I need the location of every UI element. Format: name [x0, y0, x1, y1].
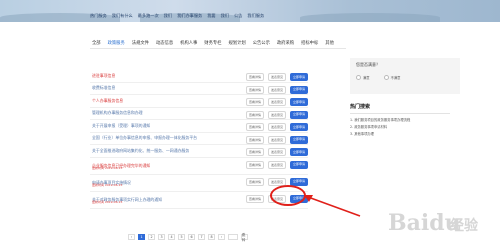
list-item: 收费标准信息 查看详情 发表意见 立即申请: [90, 83, 308, 95]
apply-button[interactable]: 立即申请: [289, 98, 308, 106]
goto-button[interactable]: 跳转: [241, 233, 248, 242]
view-button[interactable]: 查看详情: [245, 177, 264, 186]
page-number-button[interactable]: 8: [208, 234, 215, 240]
view-button[interactable]: 查看详情: [245, 73, 264, 81]
list-item-title[interactable]: 关于开展申报（受理）事项的通知: [90, 123, 150, 129]
hot-item[interactable]: 1. 我们服务项目的政务服务事项办理流程: [350, 117, 460, 124]
page-number-button[interactable]: 1: [138, 234, 145, 240]
apply-button[interactable]: 立即申请: [289, 148, 308, 156]
opinion-button[interactable]: 发表意见: [267, 98, 286, 106]
list-item: 申请办事项目实施情况 更新时间 2019-06-15 查看详情 发表意见 立即申请: [90, 175, 308, 192]
arrow-icon: [304, 195, 361, 217]
list-item: 关于全面推进政府网站集约化、统一服务、一网通办服务 查看详情 发表意见 立即申请: [90, 145, 308, 158]
list-item: 关于对政务服务事项实行网上办理的通知 更新时间 2019-06-15 查看详情 发表意…: [90, 192, 308, 209]
page-number-button[interactable]: 7: [198, 234, 205, 240]
view-button[interactable]: 查看详情: [245, 135, 264, 144]
opinion-button[interactable]: 发表意见: [267, 85, 286, 94]
svg-text:经验: 经验: [450, 217, 479, 234]
survey-option-unsatisfied[interactable]: 不满意: [383, 75, 400, 80]
list-item-title[interactable]: 进驻事项信息: [90, 73, 115, 79]
list-item-title[interactable]: 关于全面推进政府网站集约化、统一服务、一网通办服务: [90, 148, 189, 154]
hot-heading: 热门搜索: [350, 104, 371, 110]
page: 热门服务 我们有什么 最多跑一次 我们 我们办事服务 我要 我们 公告 我们服务 全部 政策服务法…: [0, 0, 500, 252]
hot-searches: 热门搜索 1. 我们服务项目的政务服务事项办理流程 2. 政务服务事项申请材料 …: [350, 103, 460, 138]
view-button[interactable]: 查看详情: [245, 98, 264, 106]
opinion-button[interactable]: 发表意见: [267, 123, 286, 131]
topnav-item[interactable]: 我们有什么: [112, 13, 133, 19]
topnav-item[interactable]: 公告: [234, 13, 242, 19]
page-number-button[interactable]: 3: [158, 234, 165, 240]
list-item-title[interactable]: 收费标准信息: [90, 85, 115, 91]
list-item: 企业服务信息已经办理完毕的通知 更新时间 2019-06-15 查看详情 发表意见 立即…: [90, 158, 308, 175]
sidebar: 您是否满意？ 满意 不满意 热门搜索 1. 我们服务项目的政务服务事项办理流程 …: [350, 58, 460, 138]
page-number-button[interactable]: 5: [178, 234, 185, 240]
topnav-item[interactable]: 我们服务: [247, 13, 264, 19]
hot-item[interactable]: 3. 其他事项办理: [350, 131, 460, 138]
opinion-button[interactable]: 发表意见: [267, 148, 286, 156]
opinion-button[interactable]: 发表意见: [267, 110, 286, 119]
list-item-title[interactable]: 个人办事服务信息: [90, 98, 123, 104]
watermark-logo: Baidu 经验: [386, 200, 490, 244]
list-item: 进驻事项信息 查看详情 发表意见 立即申请: [90, 70, 308, 83]
opinion-button[interactable]: 发表意见: [267, 194, 286, 203]
satisfaction-survey: 您是否满意？ 满意 不满意: [350, 58, 460, 94]
page-number-button[interactable]: 2: [148, 234, 155, 240]
topnav-item[interactable]: 我们: [221, 13, 229, 19]
tab-divider: [90, 48, 346, 49]
page-number-button[interactable]: 6: [188, 234, 195, 240]
apply-button[interactable]: 立即申请: [289, 160, 308, 169]
list-item-date: 更新时间 2019-06-15: [92, 182, 123, 187]
apply-button[interactable]: 立即申请: [289, 110, 308, 119]
hot-divider: [350, 113, 450, 114]
svg-text:Baidu: Baidu: [388, 210, 461, 236]
list-item-title[interactable]: 全国（行业）单位办事信息的申报、申报办理一体化服务平台: [90, 135, 197, 141]
list-item: 全国（行业）单位办事信息的申报、申报办理一体化服务平台 查看详情 发表意见 立即申请: [90, 133, 308, 145]
apply-button[interactable]: 立即申请: [289, 73, 308, 81]
topnav-item[interactable]: 我要: [207, 13, 215, 19]
opinion-button[interactable]: 发表意见: [267, 135, 286, 144]
page-number-button[interactable]: 4: [168, 234, 175, 240]
topnav-item[interactable]: 我们: [164, 13, 172, 19]
prev-page-button[interactable]: ‹: [128, 234, 135, 240]
view-button[interactable]: 查看详情: [245, 194, 264, 203]
list-item: 管理机构办事服务信息和办理 查看详情 发表意见 立即申请: [90, 108, 308, 120]
opinion-button[interactable]: 发表意见: [267, 73, 286, 81]
topnav-item[interactable]: 我们办事服务: [177, 13, 202, 19]
page-jump-input[interactable]: [228, 234, 238, 240]
topnav-item[interactable]: 热门服务: [90, 13, 107, 19]
list-item-date: 更新时间 2019-06-15: [92, 165, 123, 170]
next-page-button[interactable]: ›: [218, 234, 225, 240]
view-button[interactable]: 查看详情: [245, 160, 264, 169]
list-item: 个人办事服务信息 查看详情 发表意见 立即申请: [90, 95, 308, 108]
list-item-title[interactable]: 管理机构办事服务信息和办理: [90, 110, 143, 116]
survey-option-satisfied[interactable]: 满意: [356, 75, 370, 80]
apply-button[interactable]: 立即申请: [289, 177, 308, 186]
opinion-button[interactable]: 发表意见: [267, 177, 286, 186]
view-button[interactable]: 查看详情: [245, 85, 264, 94]
view-button[interactable]: 查看详情: [245, 110, 264, 119]
view-button[interactable]: 查看详情: [245, 148, 264, 156]
survey-question: 您是否满意？: [356, 62, 380, 67]
list-item-date: 更新时间 2019-06-15: [92, 199, 123, 204]
hot-item[interactable]: 2. 政务服务事项申请材料: [350, 124, 460, 131]
service-list: 进驻事项信息 查看详情 发表意见 立即申请 收费标准信息 查看详情 发表意见 立即申请 个人办事…: [90, 70, 308, 209]
pagination: ‹ 1 2 3 4 5 6 7 8 › 跳转: [128, 233, 248, 242]
radio-icon[interactable]: [383, 75, 389, 80]
apply-button[interactable]: 立即申请: [289, 135, 308, 144]
opinion-button[interactable]: 发表意见: [267, 160, 286, 169]
view-button[interactable]: 查看详情: [245, 123, 264, 131]
topnav-item[interactable]: 最多跑一次: [138, 13, 159, 19]
apply-button[interactable]: 立即申请: [289, 85, 308, 94]
list-item: 关于开展申报（受理）事项的通知 查看详情 发表意见 立即申请: [90, 120, 308, 133]
apply-button[interactable]: 立即申请: [289, 123, 308, 131]
top-navigation: 热门服务 我们有什么 最多跑一次 我们 我们办事服务 我要 我们 公告 我们服务: [90, 13, 264, 19]
radio-icon[interactable]: [356, 75, 361, 80]
